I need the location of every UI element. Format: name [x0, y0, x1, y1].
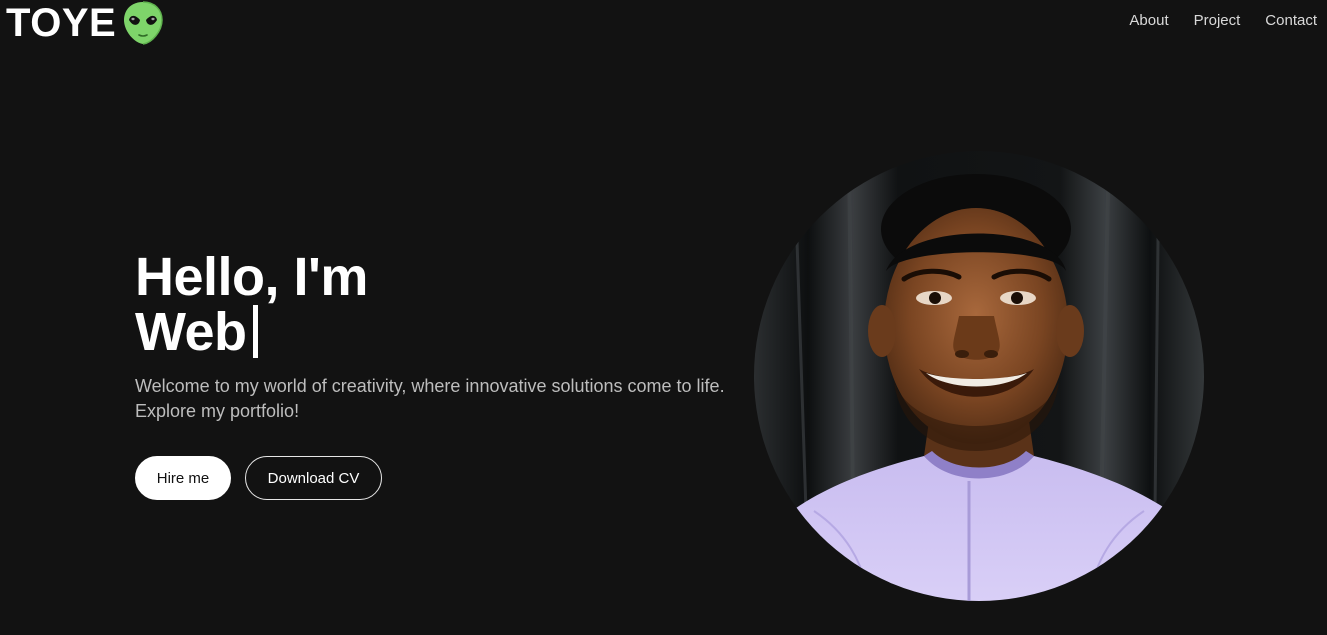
portfolio-page: TOYE About Project Contact Hello, I'm We… [0, 0, 1327, 635]
hire-me-button[interactable]: Hire me [135, 456, 231, 500]
brand-logo[interactable]: TOYE [6, 0, 164, 46]
profile-photo [754, 151, 1204, 601]
nav-item-contact[interactable]: Contact [1265, 12, 1317, 29]
alien-icon [122, 0, 164, 46]
nav-item-project[interactable]: Project [1194, 12, 1241, 29]
hero-actions: Hire me Download CV [135, 456, 382, 500]
brand-name: TOYE [6, 1, 117, 45]
hero-subtitle: Welcome to my world of creativity, where… [135, 376, 725, 421]
hero-role-typed: Web [135, 302, 247, 362]
top-nav: About Project Contact [1129, 12, 1317, 29]
nav-item-about[interactable]: About [1129, 12, 1168, 29]
download-cv-button[interactable]: Download CV [245, 456, 382, 500]
hero-role-line: Web [135, 305, 368, 360]
hero-greeting: Hello, I'm [135, 247, 368, 307]
hero-title: Hello, I'm Web [135, 250, 368, 360]
typing-cursor [252, 305, 258, 358]
